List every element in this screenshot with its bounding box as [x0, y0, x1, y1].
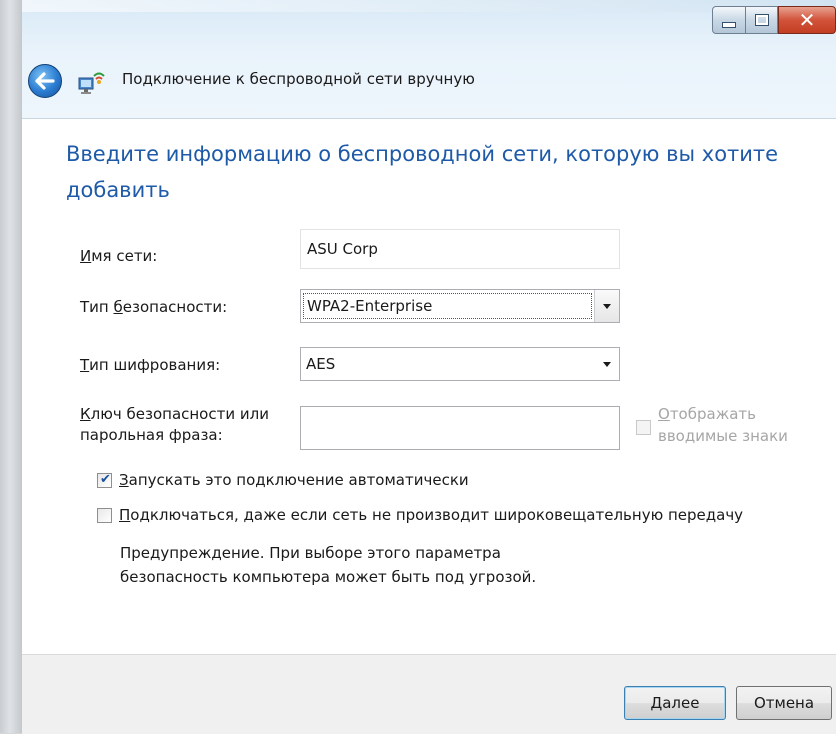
security-key-label: Ключ безопасности или парольная фраза:: [80, 405, 269, 444]
encryption-type-label: Тип шифрования:: [80, 356, 221, 374]
back-arrow-icon: [35, 72, 55, 90]
show-characters-label: Отображать вводимые знаки: [658, 405, 788, 445]
next-button[interactable]: Далее: [624, 686, 726, 720]
network-wizard-icon: [78, 72, 105, 94]
close-button[interactable]: ✕: [778, 6, 836, 34]
connect-hidden-checkbox[interactable]: [97, 508, 112, 523]
page-heading: Введите информацию о беспроводной сети, …: [66, 142, 779, 202]
security-type-select[interactable]: WPA2-Enterprise: [300, 289, 620, 323]
maximize-button[interactable]: [746, 6, 778, 34]
auto-start-label: Запускать это подключение автоматически: [119, 471, 469, 489]
minimize-icon: [722, 22, 736, 28]
wizard-title: Подключение к беспроводной сети вручную: [122, 70, 475, 88]
dropdown-arrow-icon[interactable]: [594, 290, 619, 322]
minimize-button[interactable]: [712, 6, 746, 34]
encryption-type-select[interactable]: AES: [300, 347, 620, 381]
network-name-label: Имя сети:: [80, 247, 158, 265]
encryption-type-value: AES: [306, 355, 336, 373]
network-name-input[interactable]: ASU Corp: [300, 229, 620, 269]
maximize-icon: [754, 14, 769, 26]
window-left-edge: [0, 0, 22, 733]
connect-hidden-label: Подключаться, даже если сеть не производ…: [119, 506, 744, 524]
warning-text: Предупреждение. При выборе этого парамет…: [120, 544, 537, 586]
auto-start-checkbox[interactable]: ✔: [97, 472, 112, 488]
show-characters-checkbox[interactable]: [636, 420, 651, 435]
security-type-label: Тип безопасности:: [80, 298, 228, 316]
back-button[interactable]: [28, 64, 62, 98]
security-type-value: WPA2-Enterprise: [303, 293, 592, 319]
cancel-button[interactable]: Отмена: [736, 686, 832, 720]
dropdown-arrow-icon[interactable]: [595, 348, 619, 380]
security-key-input[interactable]: [300, 406, 620, 450]
close-icon: ✕: [798, 8, 816, 32]
check-mark-icon: ✔: [100, 472, 111, 487]
